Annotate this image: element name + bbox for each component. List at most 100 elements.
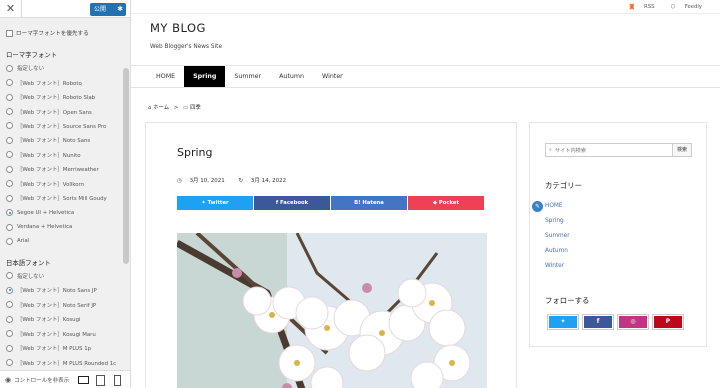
radio-button[interactable] (6, 286, 13, 294)
follow-facebook-button[interactable]: f (582, 314, 614, 330)
share-pocket-button[interactable]: ◆ Pocket (408, 196, 484, 210)
radio-button[interactable] (6, 93, 13, 101)
nav-item-winter[interactable]: Winter (313, 66, 352, 87)
nav-item-autumn[interactable]: Autumn (270, 66, 313, 87)
radio-button[interactable] (6, 108, 13, 116)
published-date: 3月 10, 2021 (189, 178, 225, 184)
share-twitter-button[interactable]: ✦ Twitter (177, 196, 253, 210)
japanese-font-option[interactable]: ［Web フォント］Noto Serif JP (0, 298, 122, 312)
radio-label: ［Web フォント］Merriweather (17, 167, 99, 174)
radio-button[interactable] (6, 79, 13, 87)
tablet-preview-icon[interactable] (94, 374, 106, 386)
radio-button[interactable] (6, 122, 13, 130)
radio-button[interactable] (6, 194, 13, 202)
share-facebook-button[interactable]: f Facebook (254, 196, 330, 210)
search-form: ⌕ サイト内検索 検索 (545, 143, 692, 157)
sidebar: ⌕ サイト内検索 検索 カテゴリー HOME ✎ Spring Summer Autum… (529, 122, 707, 347)
roman-font-option[interactable]: ［Web フォント］Nunito (0, 148, 122, 162)
share-label: Twitter (207, 200, 229, 206)
roman-font-option[interactable]: ［Web フォント］Sorts Mill Goudy (0, 191, 122, 205)
radio-button[interactable] (6, 272, 13, 280)
roman-font-option[interactable]: ［Web フォント］Vollkorn (0, 177, 122, 191)
roman-font-option[interactable]: Verdana + Helvetica (0, 220, 122, 234)
roman-font-option[interactable]: Arial (0, 234, 122, 248)
nav-item-spring[interactable]: Spring (184, 66, 226, 87)
nav-item-summer[interactable]: Summer (225, 66, 270, 87)
rss-label: RSS (644, 3, 655, 10)
japanese-font-option[interactable]: ［Web フォント］Kosugi Maru (0, 326, 122, 340)
radio-button[interactable] (6, 344, 13, 352)
category-link-summer[interactable]: Summer (545, 233, 570, 239)
japanese-font-option[interactable]: 指定しない (0, 269, 122, 283)
refresh-icon: ↻ (238, 178, 244, 184)
follow-pinterest-button[interactable]: P (652, 314, 684, 330)
roman-font-option[interactable]: ［Web フォント］Merriweather (0, 162, 122, 176)
radio-button[interactable] (6, 359, 13, 367)
radio-button[interactable] (6, 330, 13, 338)
radio-label: ［Web フォント］Noto Sans JP (17, 288, 97, 295)
category-link-autumn[interactable]: Autumn (545, 248, 568, 254)
roman-font-option[interactable]: ［Web フォント］Source Sans Pro (0, 119, 122, 133)
edit-shortcut-icon[interactable]: ✎ (532, 201, 543, 212)
follow-instagram-button[interactable]: ◎ (617, 314, 649, 330)
radio-label: Verdana + Helvetica (17, 224, 73, 231)
radio-label: ［Web フォント］Source Sans Pro (17, 123, 107, 130)
feedly-link[interactable]: ⬡ Feedly (662, 4, 702, 10)
radio-button[interactable] (6, 223, 13, 231)
roman-font-option[interactable]: 指定しない (0, 61, 122, 75)
radio-button[interactable] (6, 64, 13, 72)
checkbox-box[interactable] (6, 29, 13, 37)
radio-button[interactable] (6, 301, 13, 309)
radio-button[interactable] (6, 315, 13, 323)
publish-button[interactable]: 公開 ✱ (90, 3, 126, 16)
desktop-preview-icon[interactable] (77, 374, 90, 386)
share-hatena-button[interactable]: B! Hatena (331, 196, 407, 210)
japanese-font-option[interactable]: ［Web フォント］M PLUS Rounded 1c (0, 355, 122, 369)
category-link-home[interactable]: HOME ✎ (532, 201, 563, 212)
radio-button[interactable] (6, 209, 13, 217)
follow-twitter-button[interactable]: ✦ (547, 314, 579, 330)
breadcrumb-home[interactable]: ホーム (153, 105, 169, 111)
hide-controls-icon[interactable]: ◉ (5, 376, 11, 384)
site-title[interactable]: MY BLOG (150, 21, 720, 35)
share-label: Pocket (438, 200, 460, 206)
roman-font-option[interactable]: ［Web フォント］Open Sans (0, 104, 122, 118)
radio-label: ［Web フォント］M PLUS 1p (17, 346, 92, 353)
radio-label: ［Web フォント］Sorts Mill Goudy (17, 196, 107, 203)
post-dates: ◷ 3月 10, 2021 ↻ 3月 14, 2022 (177, 176, 298, 184)
radio-button[interactable] (6, 237, 13, 245)
gear-icon[interactable]: ✱ (117, 3, 123, 16)
japanese-font-option[interactable]: ［Web フォント］Noto Sans JP (0, 283, 122, 297)
radio-button[interactable] (6, 165, 13, 173)
radio-label: ［Web フォント］Roboto (17, 80, 82, 87)
search-input[interactable]: サイト内検索 (552, 147, 672, 154)
breadcrumb: ⌂ ホーム > ▭ 四季 (148, 103, 201, 111)
site-header: MY BLOG Web Blogger's News Site (131, 14, 720, 65)
radio-button[interactable] (6, 151, 13, 159)
rss-link[interactable]: ◙ RSS (621, 4, 654, 10)
featured-image (177, 233, 487, 388)
share-label: Hatena (362, 200, 384, 206)
search-button[interactable]: 検索 (672, 144, 691, 156)
hide-controls-label[interactable]: コントロールを非表示 (14, 376, 69, 384)
close-icon[interactable]: ✕ (0, 0, 22, 18)
roman-font-option[interactable]: Segoe UI + Helvetica (0, 205, 122, 219)
category-link-spring[interactable]: Spring (545, 218, 564, 224)
radio-button[interactable] (6, 136, 13, 144)
japanese-font-option[interactable]: ［Web フォント］Kosugi (0, 312, 122, 326)
updated-date: 3月 14, 2022 (250, 178, 287, 184)
prefer-roman-checkbox[interactable]: ローマ字フォントを優先する (0, 26, 122, 40)
roman-font-option[interactable]: ［Web フォント］Noto Sans (0, 133, 122, 147)
category-link-winter[interactable]: Winter (545, 263, 564, 269)
roman-font-option[interactable]: ［Web フォント］Roboto Slab (0, 90, 122, 104)
radio-button[interactable] (6, 180, 13, 188)
customizer-panel: ✕ 公開 ✱ ローマ字フォントを優先する ローマ字フォント 指定しない ［Web … (0, 0, 131, 388)
site-tagline: Web Blogger's News Site (150, 44, 223, 50)
mobile-preview-icon[interactable] (111, 374, 123, 386)
nav-item-home[interactable]: HOME (147, 66, 184, 87)
japanese-font-option[interactable]: ［Web フォント］M PLUS 1p (0, 341, 122, 355)
breadcrumb-category[interactable]: 四季 (190, 105, 201, 111)
panel-scrollbar[interactable] (123, 68, 129, 264)
roman-font-option[interactable]: ［Web フォント］Roboto (0, 75, 122, 89)
customizer-header: ✕ 公開 ✱ (0, 0, 130, 18)
